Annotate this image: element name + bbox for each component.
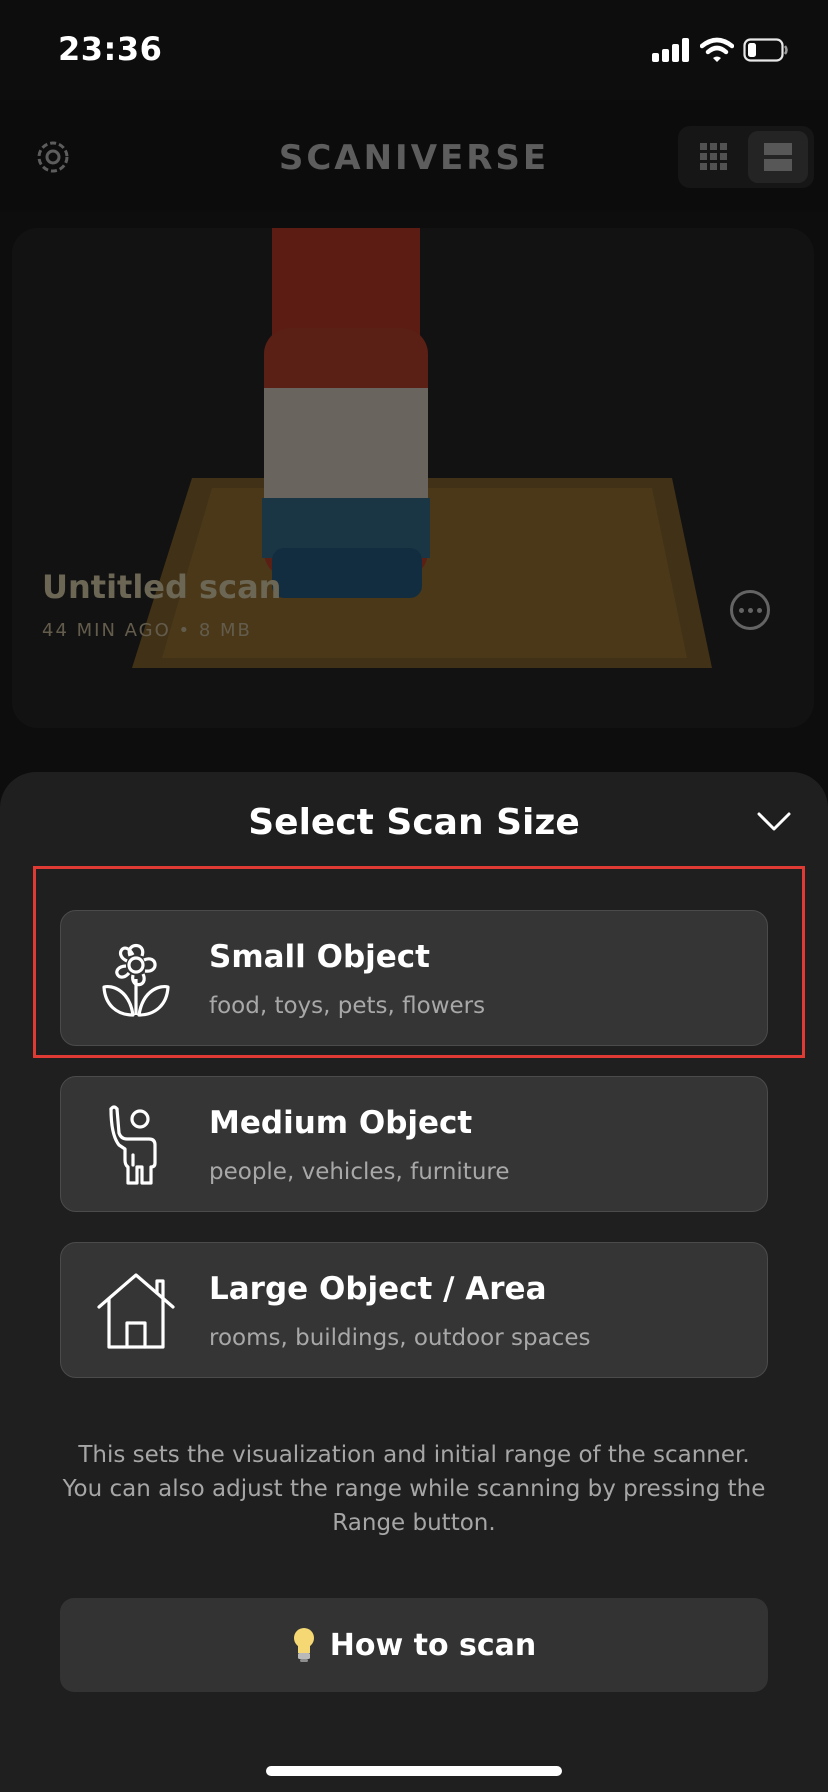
grid-view-button[interactable] <box>684 131 744 183</box>
scan-thumbnail <box>132 228 712 668</box>
chevron-down-icon[interactable] <box>756 810 792 834</box>
how-to-scan-button[interactable]: How to scan <box>60 1598 768 1692</box>
scan-size-sheet: Select Scan Size Small Object food, toys… <box>0 772 828 1792</box>
option-title: Small Object <box>209 939 430 975</box>
small-object-option[interactable]: Small Object food, toys, pets, flowers <box>60 910 768 1046</box>
person-waving-icon <box>109 1105 157 1185</box>
option-title: Large Object / Area <box>209 1271 547 1307</box>
status-bar: 23:36 <box>0 0 828 100</box>
home-indicator[interactable] <box>266 1766 562 1776</box>
ellipsis-icon <box>738 607 744 613</box>
battery-icon <box>743 38 788 62</box>
house-icon <box>97 1273 175 1349</box>
how-to-scan-label: How to scan <box>329 1627 537 1663</box>
status-time: 23:36 <box>58 30 163 68</box>
scan-card[interactable]: Untitled scan 44 MIN AGO • 8 MB <box>12 228 814 728</box>
light-bulb-icon <box>293 1628 314 1662</box>
app-header: SCANIVERSE <box>0 100 828 212</box>
list-view-button[interactable] <box>748 131 808 183</box>
cellular-signal-icon <box>652 38 692 62</box>
wifi-icon <box>700 37 734 62</box>
medium-object-option[interactable]: Medium Object people, vehicles, furnitur… <box>60 1076 768 1212</box>
flower-icon <box>102 943 170 1017</box>
option-title: Medium Object <box>209 1105 473 1141</box>
scan-name: Untitled scan <box>42 568 282 606</box>
option-subtitle: rooms, buildings, outdoor spaces <box>209 1325 591 1351</box>
list-view-icon <box>764 143 792 171</box>
scan-size-note: This sets the visualization and initial … <box>62 1442 766 1536</box>
scan-meta: 44 MIN AGO • 8 MB <box>42 620 252 641</box>
grid-view-icon <box>700 143 727 170</box>
scan-more-button[interactable] <box>730 590 770 630</box>
view-toggle <box>678 126 814 188</box>
option-subtitle: food, toys, pets, flowers <box>209 993 486 1019</box>
large-object-option[interactable]: Large Object / Area rooms, buildings, ou… <box>60 1242 768 1378</box>
sheet-title: Select Scan Size <box>248 802 580 843</box>
option-subtitle: people, vehicles, furniture <box>209 1159 510 1185</box>
